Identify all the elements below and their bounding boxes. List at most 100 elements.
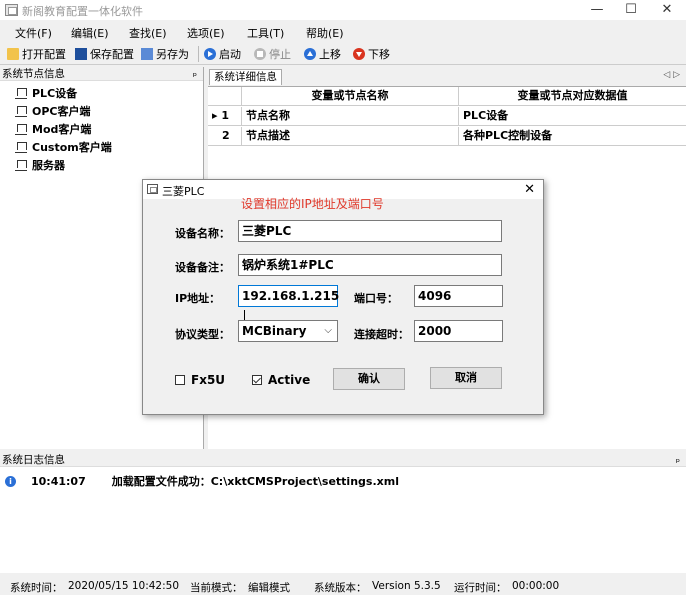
save-as-icon xyxy=(141,48,153,60)
menu-bar: 文件(F) 编辑(E) 查找(E) 选项(E) 工具(T) 帮助(E) xyxy=(0,22,686,42)
cell-value[interactable]: PLC设备 xyxy=(459,107,686,126)
checkbox-checked-icon xyxy=(252,375,262,385)
row-index: 1 xyxy=(221,109,230,122)
grid-header-row: 变量或节点名称 变量或节点对应数据值 xyxy=(208,87,686,106)
tree-item-label: 服务器 xyxy=(32,159,65,172)
device-name-input[interactable]: 三菱PLC xyxy=(238,220,502,242)
log-time: 10:41:07 xyxy=(31,474,86,488)
play-icon xyxy=(204,48,216,60)
confirm-button[interactable]: 确认 xyxy=(333,368,405,390)
menu-edit[interactable]: 编辑(E) xyxy=(71,25,109,41)
dialog-annotation: 设置相应的IP地址及端口号 xyxy=(241,197,384,211)
title-bar: 新阁教育配置一体化软件 — ☐ ✕ xyxy=(0,0,686,20)
timeout-input[interactable]: 2000 xyxy=(414,320,503,342)
save-as-button[interactable]: 另存为 xyxy=(141,46,189,62)
move-down-button[interactable]: 下移 xyxy=(353,46,390,62)
status-bar: 系统时间： 2020/05/15 10:42:50 当前模式： 编辑模式 系统版… xyxy=(0,576,686,595)
port-input[interactable]: 4096 xyxy=(414,285,503,307)
move-down-label: 下移 xyxy=(368,48,390,61)
active-checkbox[interactable]: Active xyxy=(252,373,310,387)
dialog-title: 三菱PLC xyxy=(162,185,205,198)
save-icon xyxy=(75,48,87,60)
toolbar-separator xyxy=(198,46,199,62)
status-version-label: 系统版本： xyxy=(314,582,367,594)
checkbox-unchecked-icon xyxy=(175,375,185,385)
tree-item-custom[interactable]: Custom客户端 xyxy=(15,138,112,156)
app-icon xyxy=(5,4,18,16)
move-up-button[interactable]: 上移 xyxy=(304,46,341,62)
row-header: 2 xyxy=(208,127,242,146)
column-header-value[interactable]: 变量或节点对应数据值 xyxy=(459,87,686,106)
table-row[interactable]: ▸ 1 节点名称 PLC设备 xyxy=(208,107,686,126)
column-header-name[interactable]: 变量或节点名称 xyxy=(242,87,459,106)
table-row[interactable]: 2 节点描述 各种PLC控制设备 xyxy=(208,127,686,146)
tree-item-mod[interactable]: Mod客户端 xyxy=(15,120,112,138)
device-remark-value: 锅炉系统1#PLC xyxy=(242,258,334,272)
row-selected-marker-icon: ▸ xyxy=(212,109,218,122)
menu-file[interactable]: 文件(F) xyxy=(15,25,52,41)
tab-system-details[interactable]: 系统详细信息 xyxy=(209,69,282,85)
status-runtime: 00:00:00 xyxy=(512,580,560,592)
row-header: ▸ 1 xyxy=(208,107,242,126)
node-icon xyxy=(15,105,27,117)
fx5u-checkbox[interactable]: Fx5U xyxy=(175,373,225,387)
stop-icon xyxy=(254,48,266,60)
main-window: 新阁教育配置一体化软件 — ☐ ✕ 文件(F) 编辑(E) 查找(E) 选项(E… xyxy=(0,0,686,595)
menu-tools[interactable]: 工具(T) xyxy=(247,25,284,41)
cell-value[interactable]: 各种PLC控制设备 xyxy=(459,127,686,146)
protocol-select[interactable]: MCBinary ⌵ xyxy=(238,320,338,342)
dialog-window-icon xyxy=(147,184,158,194)
save-config-button[interactable]: 保存配置 xyxy=(75,46,134,62)
node-icon xyxy=(15,87,27,99)
ip-value: 192.168.1.215 xyxy=(242,289,340,303)
cell-name[interactable]: 节点名称 xyxy=(242,107,459,126)
open-config-label: 打开配置 xyxy=(22,48,66,61)
fx5u-label: Fx5U xyxy=(191,373,226,387)
log-entry: i 10:41:07 加载配置文件成功：C:\xktCMSProject\set… xyxy=(5,473,399,489)
toolbar: 打开配置 保存配置 另存为 启动 停止 上移 下移 xyxy=(0,43,686,65)
dialog-close-icon[interactable]: ✕ xyxy=(524,180,535,199)
device-remark-label: 设备备注： xyxy=(175,261,230,274)
node-tree: PLC设备 OPC客户端 Mod客户端 Custom客户端 服务器 xyxy=(15,84,112,174)
active-label: Active xyxy=(268,373,311,387)
port-value: 4096 xyxy=(418,289,452,303)
protocol-label: 协议类型： xyxy=(175,328,230,341)
window-title: 新阁教育配置一体化软件 xyxy=(22,5,143,18)
stop-button[interactable]: 停止 xyxy=(254,46,291,62)
start-label: 启动 xyxy=(219,48,241,61)
menu-help[interactable]: 帮助(E) xyxy=(306,25,344,41)
device-remark-input[interactable]: 锅炉系统1#PLC xyxy=(238,254,502,276)
tree-item-label: Custom客户端 xyxy=(32,141,112,154)
menu-find[interactable]: 查找(E) xyxy=(129,25,167,41)
status-version: Version 5.3.5 xyxy=(372,580,441,592)
log-header: 系统日志信息 ₚ xyxy=(0,453,686,467)
minimize-button[interactable]: — xyxy=(580,0,614,20)
tree-item-label: PLC设备 xyxy=(32,87,78,100)
maximize-button[interactable]: ☐ xyxy=(614,0,648,20)
device-name-label: 设备名称： xyxy=(175,227,230,240)
info-icon: i xyxy=(5,475,16,487)
pin-icon[interactable]: ₚ xyxy=(193,67,197,81)
node-icon xyxy=(15,141,27,153)
tab-scroll-arrows-icon[interactable]: ◁ ▷ xyxy=(663,70,680,80)
node-icon xyxy=(15,123,27,135)
log-title: 系统日志信息 xyxy=(2,454,65,466)
log-message: 加载配置文件成功：C:\xktCMSProject\settings.xml xyxy=(111,475,399,488)
device-name-value: 三菱PLC xyxy=(242,224,292,238)
log-panel: 系统日志信息 ₚ i 10:41:07 加载配置文件成功：C:\xktCMSPr… xyxy=(0,453,686,573)
tree-item-opc[interactable]: OPC客户端 xyxy=(15,102,112,120)
start-button[interactable]: 启动 xyxy=(204,46,241,62)
protocol-value: MCBinary xyxy=(242,324,307,338)
status-time-label: 系统时间： xyxy=(10,582,63,594)
stop-label: 停止 xyxy=(269,48,291,61)
ip-input[interactable]: 192.168.1.215 xyxy=(238,285,340,324)
cancel-button[interactable]: 取消 xyxy=(430,367,502,389)
open-config-button[interactable]: 打开配置 xyxy=(7,46,66,62)
menu-options[interactable]: 选项(E) xyxy=(187,25,225,41)
tree-item-plc[interactable]: PLC设备 xyxy=(15,84,112,102)
cell-name[interactable]: 节点描述 xyxy=(242,127,459,146)
port-label: 端口号： xyxy=(354,292,398,305)
pin-icon[interactable]: ₚ xyxy=(676,453,680,467)
close-button[interactable]: ✕ xyxy=(650,0,684,20)
tree-item-server[interactable]: 服务器 xyxy=(15,156,112,174)
